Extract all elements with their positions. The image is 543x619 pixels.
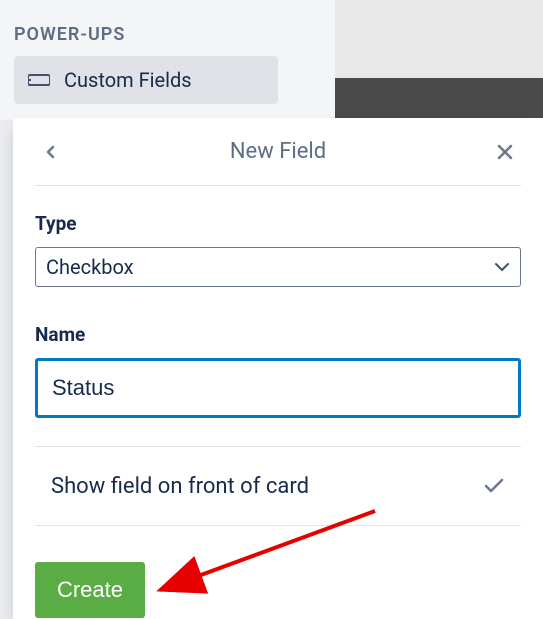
custom-fields-powerup[interactable]: Custom Fields — [14, 56, 278, 104]
type-select[interactable]: Checkbox — [35, 247, 521, 287]
name-input[interactable] — [35, 358, 521, 418]
new-field-modal: New Field Type Checkbox Name Show field … — [13, 118, 543, 619]
powerups-heading: POWER-UPS — [14, 24, 125, 45]
check-icon — [483, 477, 505, 495]
close-button[interactable] — [489, 136, 521, 168]
chevron-left-icon — [43, 144, 59, 160]
type-group: Type Checkbox — [35, 212, 521, 287]
modal-header: New Field — [35, 118, 521, 186]
close-icon — [496, 143, 514, 161]
type-label: Type — [35, 212, 521, 235]
chevron-down-icon — [494, 262, 510, 272]
type-value: Checkbox — [46, 255, 134, 279]
custom-fields-icon — [28, 72, 50, 88]
show-on-front-toggle[interactable]: Show field on front of card — [35, 446, 521, 526]
name-group: Name — [35, 323, 521, 418]
create-button[interactable]: Create — [35, 562, 145, 618]
modal-title: New Field — [230, 139, 326, 164]
back-button[interactable] — [35, 136, 67, 168]
custom-fields-label: Custom Fields — [64, 68, 192, 92]
name-label: Name — [35, 323, 521, 346]
show-on-front-label: Show field on front of card — [51, 474, 309, 499]
